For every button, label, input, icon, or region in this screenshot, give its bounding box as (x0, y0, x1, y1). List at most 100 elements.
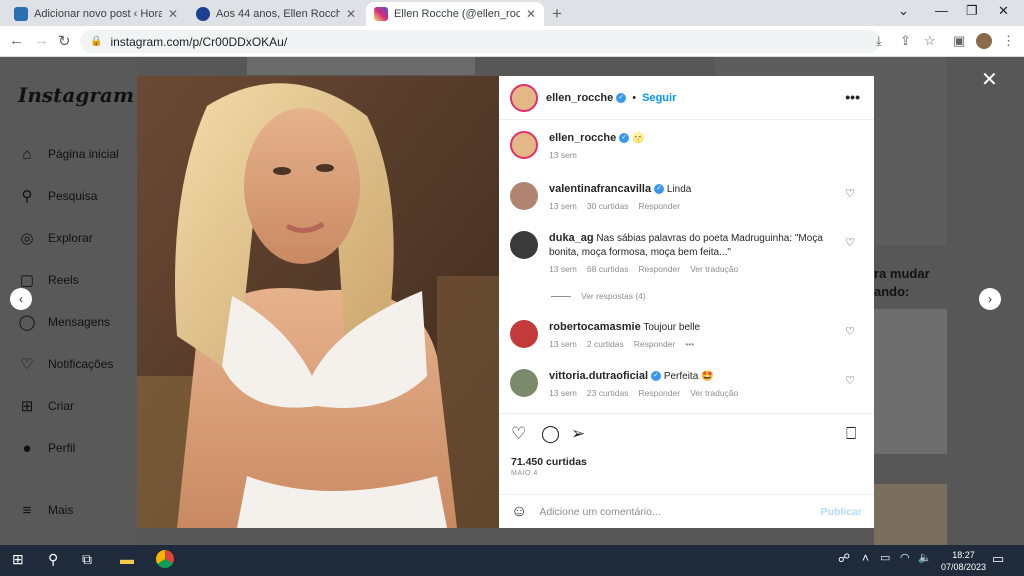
browser-tab-2[interactable]: Aos 44 anos, Ellen Rocche empin ✕ (188, 2, 364, 26)
back-button[interactable]: ← (9, 32, 24, 49)
sidebar-item-more[interactable]: ≡ Mais (18, 501, 74, 519)
commenter-avatar[interactable] (510, 320, 538, 348)
previous-post-button[interactable]: ‹ (10, 288, 32, 310)
messenger-icon: ◯ (18, 314, 36, 331)
tab-search-chevron-icon[interactable]: ⌄ (898, 3, 909, 19)
post-date: MAIO 4 (511, 470, 538, 477)
commenter-avatar[interactable] (510, 369, 538, 397)
comment-likes[interactable]: 30 curtidas (587, 201, 629, 211)
comment-username[interactable]: vittoria.dutraoficial (549, 370, 648, 382)
bookmark-star-icon[interactable]: ☆ (924, 33, 936, 49)
new-tab-button[interactable]: + (552, 4, 562, 24)
minimize-button[interactable]: — (935, 3, 948, 18)
file-explorer-icon[interactable]: ▬ (120, 551, 134, 567)
share-icon[interactable]: ⇪ (900, 33, 911, 49)
notifications-icon[interactable]: ▭ (992, 551, 1004, 567)
add-comment-bar: ☺ Adicione um comentário... Publicar (499, 494, 874, 528)
share-send-icon[interactable]: ➢ (571, 424, 585, 444)
sidebar-item-label: Reels (48, 273, 79, 287)
restore-button[interactable]: ❐ (966, 3, 978, 19)
author-avatar[interactable] (510, 131, 538, 159)
follow-button[interactable]: Seguir (642, 92, 676, 104)
profile-avatar[interactable] (976, 33, 992, 49)
sidebar-item-explore[interactable]: ◎ Explorar (18, 229, 93, 247)
sidebar-item-search[interactable]: ⚲ Pesquisa (18, 187, 98, 205)
background-tile (874, 309, 947, 454)
sidebar-item-home[interactable]: ⌂ Página inicial (18, 145, 119, 163)
reply-button[interactable]: Responder (638, 388, 680, 398)
sidebar-item-create[interactable]: ⊞ Criar (18, 397, 74, 415)
reply-button[interactable]: Responder (638, 201, 680, 211)
close-window-button[interactable]: ✕ (998, 3, 1009, 19)
next-post-button[interactable]: › (979, 288, 1001, 310)
save-bookmark-icon[interactable]: ⎕ (846, 424, 856, 444)
sidebar-item-label: Explorar (48, 231, 93, 245)
comment-time: 13 sem (549, 388, 577, 398)
comment-item: duka_ag Nas sábias palavras do poeta Mad… (510, 231, 865, 274)
search-icon[interactable]: ⚲ (48, 551, 58, 568)
task-view-icon[interactable]: ⧉ (82, 551, 92, 568)
translate-button[interactable]: Ver tradução (690, 388, 738, 398)
sidebar-item-label: Página inicial (48, 147, 119, 161)
likes-count[interactable]: 71.450 curtidas (511, 456, 587, 468)
like-comment-heart-icon[interactable]: ♡ (845, 187, 855, 200)
sidebar-item-reels[interactable]: ▢ Reels (18, 271, 79, 289)
address-bar[interactable]: 🔒 instagram.com/p/Cr00DDxOKAu/ (80, 30, 880, 53)
sidebar-item-messages[interactable]: ◯ Mensagens (18, 313, 110, 331)
caption-username[interactable]: ellen_rocche (549, 132, 616, 144)
browser-tab-3[interactable]: Ellen Rocche (@ellen_rocche) • Fo ✕ (366, 2, 544, 26)
volume-icon[interactable]: 🔈 (918, 551, 932, 564)
author-avatar[interactable] (510, 83, 538, 112)
tab-close-icon[interactable]: ✕ (526, 7, 536, 21)
tray-chevron-icon[interactable]: ˄ (862, 551, 869, 565)
commenter-avatar[interactable] (510, 182, 538, 210)
emoji-icon[interactable]: ☺ (511, 503, 527, 521)
commenter-avatar[interactable] (510, 231, 538, 259)
windows-start-icon[interactable]: ⊞ (12, 551, 24, 568)
lock-icon: 🔒 (90, 36, 103, 47)
like-heart-icon[interactable]: ♡ (511, 424, 526, 444)
tab-close-icon[interactable]: ✕ (346, 7, 356, 21)
comment-input[interactable]: Adicione um comentário... (539, 506, 820, 518)
install-icon[interactable]: ⤓ (876, 33, 882, 49)
like-comment-heart-icon[interactable]: ♡ (845, 325, 855, 338)
like-comment-heart-icon[interactable]: ♡ (845, 374, 855, 387)
instagram-logo[interactable]: Instagram (18, 83, 134, 107)
separator-dot: • (632, 91, 637, 104)
forward-button[interactable]: → (34, 32, 49, 49)
chrome-icon[interactable] (156, 550, 174, 568)
comment-username[interactable]: valentinafrancavilla (549, 183, 651, 195)
clock[interactable]: 18:27 07/08/2023 (941, 549, 986, 573)
clock-time: 18:27 (952, 550, 975, 560)
side-panel-icon[interactable]: ▣ (953, 33, 965, 49)
comment-username[interactable]: duka_ag (549, 232, 594, 244)
sidebar-item-notifications[interactable]: ♡ Notificações (18, 355, 113, 373)
translate-button[interactable]: Ver tradução (690, 264, 738, 274)
people-icon[interactable]: ☍ (838, 551, 850, 565)
publish-button[interactable]: Publicar (821, 506, 862, 518)
reply-button[interactable]: Responder (634, 339, 676, 349)
more-options-icon[interactable]: ••• (845, 89, 860, 105)
view-replies-button[interactable]: Ver respostas (4) (551, 291, 646, 301)
tab-close-icon[interactable]: ✕ (168, 7, 178, 21)
comment-likes[interactable]: 68 curtidas (587, 264, 629, 274)
wifi-icon[interactable]: ◠ (900, 551, 910, 564)
comment-username[interactable]: robertocamasmie (549, 321, 641, 333)
comment-likes[interactable]: 23 curtidas (587, 388, 629, 398)
post-image (137, 76, 499, 528)
sidebar-item-profile[interactable]: ● Perfil (18, 439, 75, 457)
chrome-menu-icon[interactable]: ⋮ (1002, 33, 1015, 49)
battery-icon[interactable]: ▭ (880, 551, 890, 564)
comment-options-icon[interactable]: ••• (685, 339, 694, 349)
like-comment-heart-icon[interactable]: ♡ (845, 236, 855, 249)
background-text: ra mudar (874, 266, 930, 281)
reply-button[interactable]: Responder (638, 264, 680, 274)
comment-likes[interactable]: 2 curtidas (587, 339, 624, 349)
browser-toolbar: ← → ↻ 🔒 instagram.com/p/Cr00DDxOKAu/ ⤓ ⇪… (0, 26, 1024, 57)
author-username[interactable]: ellen_rocche (546, 92, 613, 104)
browser-tab-1[interactable]: Adicionar novo post ‹ Hora 1 MT ✕ (6, 2, 186, 26)
clock-date: 07/08/2023 (940, 562, 986, 572)
reload-button[interactable]: ↻ (58, 32, 71, 50)
close-modal-icon[interactable]: ✕ (981, 67, 998, 92)
comment-bubble-icon[interactable]: ◯ (541, 424, 560, 444)
